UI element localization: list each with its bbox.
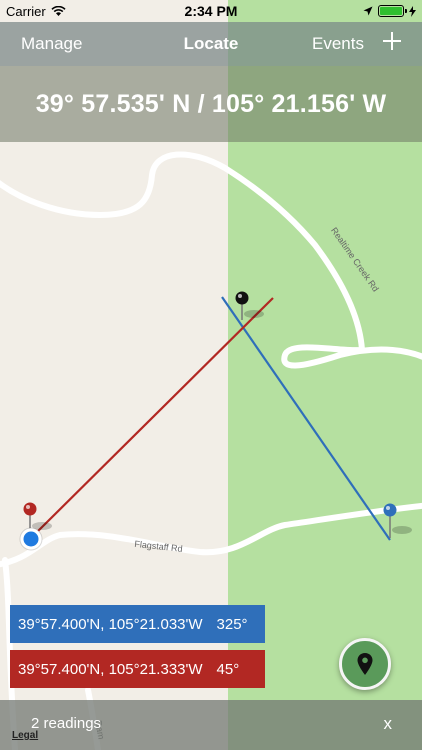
bottom-bar: 2 readings x xyxy=(0,700,422,750)
close-button[interactable]: x xyxy=(384,714,393,734)
status-bar: Carrier 2:34 PM xyxy=(0,0,422,22)
legal-link[interactable]: Legal xyxy=(12,730,38,741)
plus-icon[interactable] xyxy=(381,30,403,52)
status-right xyxy=(363,5,416,17)
map-pin-icon xyxy=(357,653,373,675)
coordinate-header: 39° 57.535' N / 105° 21.156' W xyxy=(0,66,422,142)
reading-bearing: 45° xyxy=(216,660,240,678)
battery-icon xyxy=(378,5,407,17)
charging-bolt-icon xyxy=(409,5,416,17)
wifi-icon xyxy=(51,5,66,16)
manage-button[interactable]: Manage xyxy=(21,34,82,54)
readings-count: 2 readings xyxy=(31,715,102,732)
reading-item-red[interactable]: 39°57.400'N, 105°21.333'W 45° xyxy=(10,650,265,688)
navigation-bar: Manage Locate Events xyxy=(0,22,422,66)
reading-item-blue[interactable]: 39°57.400'N, 105°21.033'W 325° xyxy=(10,605,265,643)
locate-button[interactable] xyxy=(339,638,391,690)
reading-coordinate: 39°57.400'N, 105°21.333'W xyxy=(18,660,203,678)
events-button[interactable]: Events xyxy=(312,34,364,54)
battery-fill xyxy=(380,7,402,15)
carrier-label: Carrier xyxy=(6,3,46,19)
reading-bearing: 325° xyxy=(216,615,248,633)
current-coordinate: 39° 57.535' N / 105° 21.156' W xyxy=(35,89,387,118)
location-arrow-icon xyxy=(363,6,373,16)
current-location-icon xyxy=(19,527,43,551)
reading-coordinate: 39°57.400'N, 105°21.033'W xyxy=(18,615,203,633)
status-left: Carrier xyxy=(6,4,66,19)
